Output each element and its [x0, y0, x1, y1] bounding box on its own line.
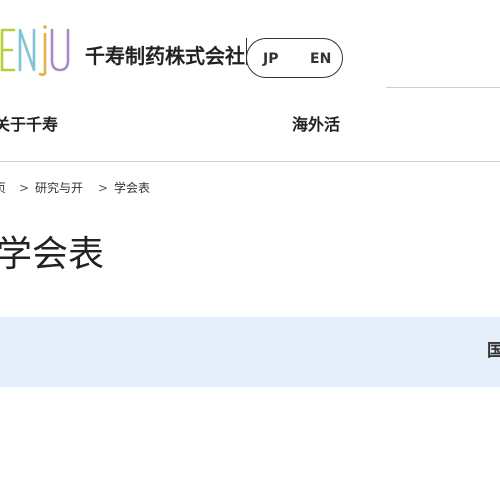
nav-divider: [0, 161, 500, 162]
header-rule: [386, 87, 500, 88]
breadcrumb-research-link[interactable]: 研究与开: [35, 180, 83, 196]
breadcrumb-current: 学会表: [114, 181, 151, 195]
page-title: 学会表: [0, 234, 105, 275]
page: 千寿制药株式会社 JP EN 关于千寿 海外活 页 > 研究与开 > 学会表 学…: [0, 0, 500, 500]
senju-logo[interactable]: [0, 22, 72, 78]
nav-item-about[interactable]: 关于千寿: [0, 114, 58, 136]
logo-letters: [0, 25, 70, 76]
nav-item-overseas[interactable]: 海外活: [292, 114, 340, 136]
breadcrumb-separator: >: [19, 181, 30, 195]
lang-jp-button[interactable]: JP: [263, 51, 278, 67]
lang-en-button[interactable]: EN: [310, 51, 331, 67]
section-band: 国: [0, 317, 500, 387]
company-name[interactable]: 千寿制药株式会社: [85, 42, 245, 70]
band-label[interactable]: 国: [487, 340, 500, 362]
breadcrumb-home-link[interactable]: 页: [0, 180, 6, 196]
language-switch: JP EN: [246, 38, 343, 78]
header-divider: [246, 38, 247, 65]
breadcrumb-separator: >: [98, 181, 109, 195]
